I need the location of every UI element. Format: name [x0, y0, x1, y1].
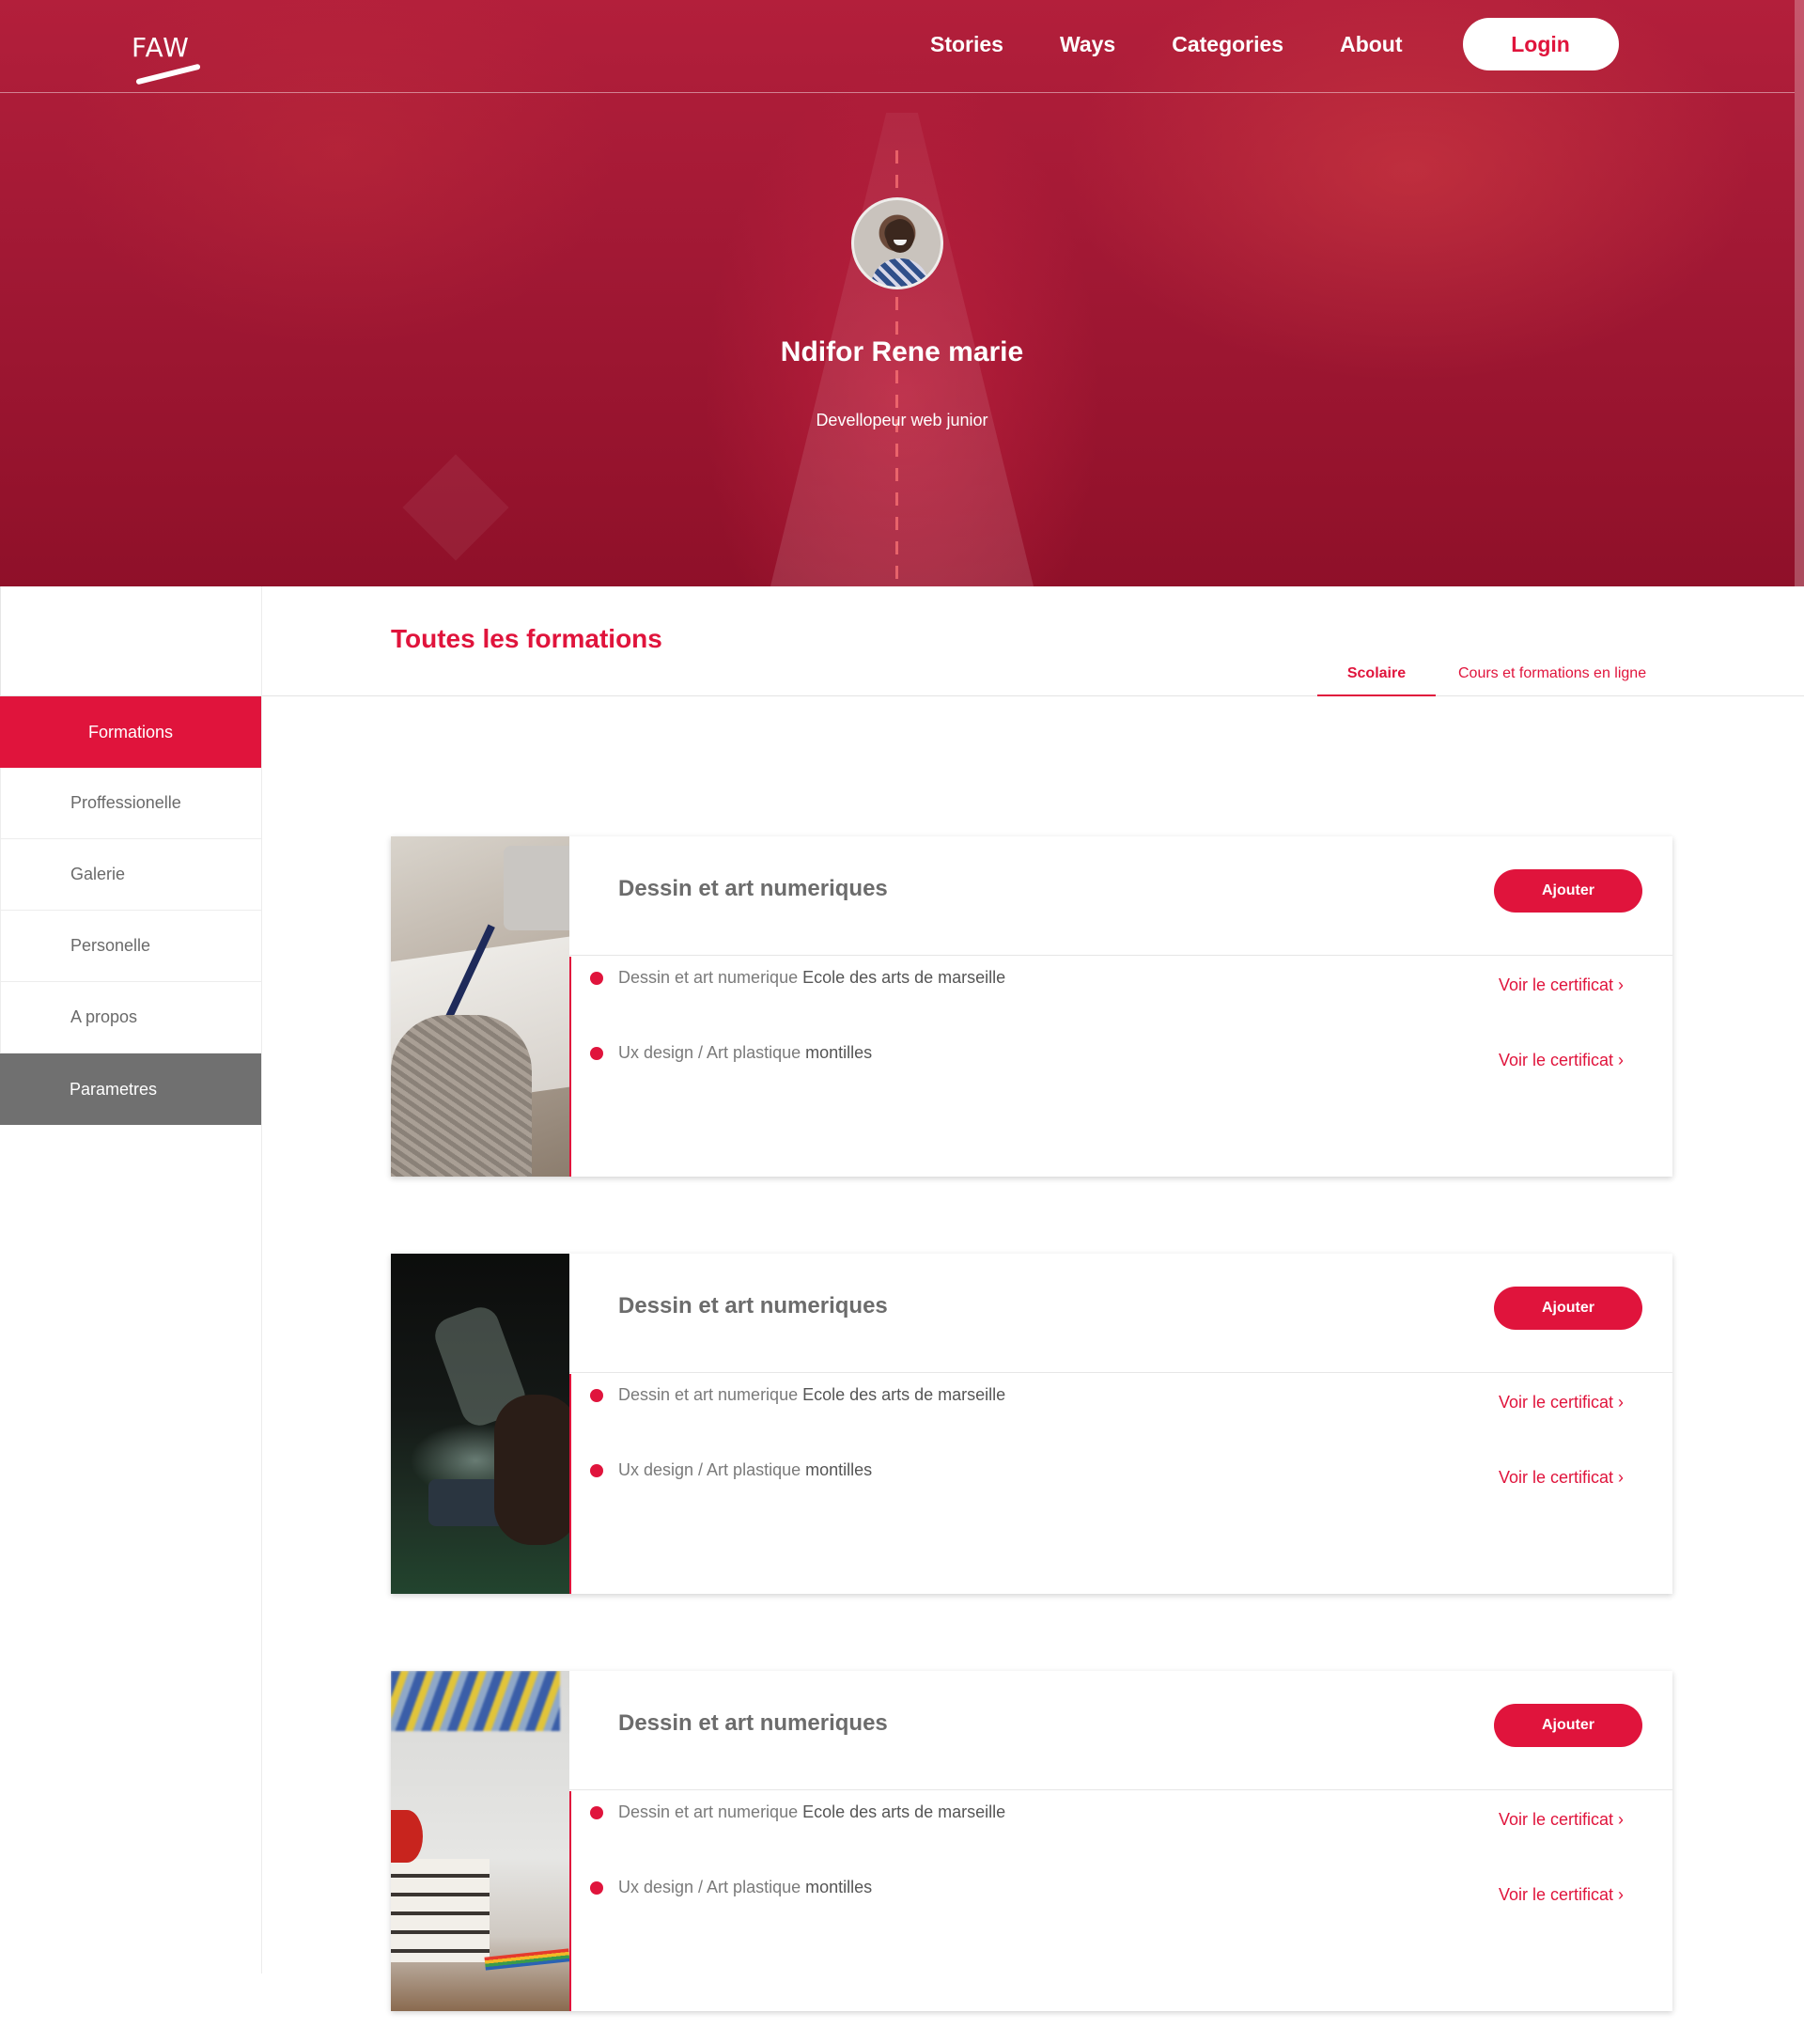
faw-logo[interactable]: FAW — [132, 32, 207, 88]
view-certificate-link[interactable]: Voir le certificat › — [1499, 1051, 1624, 1070]
profile-name: Ndifor Rene marie — [780, 336, 1024, 367]
bullet-dot — [590, 1388, 603, 1402]
hero-road-sign — [402, 454, 509, 561]
sidebar-item-proffessionelle[interactable]: Proffessionelle — [0, 768, 261, 839]
add-button[interactable]: Ajouter — [1494, 1287, 1642, 1330]
nav-link-ways[interactable]: Ways — [1060, 32, 1115, 57]
header-divider — [0, 92, 1795, 93]
formation-name: Ux design / Art plastique — [618, 1878, 801, 1896]
formation-name: Dessin et art numerique — [618, 968, 799, 987]
hero-edge — [1795, 0, 1804, 586]
page-title: Toutes les formations — [391, 624, 662, 653]
card-accent-line — [569, 1791, 571, 2011]
bullet-dot — [590, 1805, 603, 1819]
sidebar: Formations Proffessionelle Galerie Perso… — [0, 696, 261, 1125]
formation-school: Ecole des arts de marseille — [802, 1385, 1006, 1404]
card-divider — [569, 955, 1672, 956]
sidebar-item-a-propos[interactable]: A propos — [0, 982, 261, 1053]
image-cup — [504, 846, 569, 930]
sidebar-header-spacer — [0, 586, 262, 696]
avatar[interactable] — [851, 197, 943, 289]
image-pencils — [484, 1948, 569, 1971]
card-title: Dessin et art numeriques — [618, 1710, 888, 1736]
logo-text: FAW — [132, 32, 190, 63]
nav-link-categories[interactable]: Categories — [1172, 32, 1283, 57]
card-image — [391, 1254, 569, 1594]
sidebar-item-formations[interactable]: Formations — [0, 696, 261, 768]
card-image — [391, 836, 569, 1177]
image-books — [391, 1859, 490, 1962]
sidebar-divider — [261, 586, 262, 1974]
formation-name: Dessin et art numerique — [618, 1802, 799, 1821]
add-button[interactable]: Ajouter — [1494, 869, 1642, 913]
tab-cours-en-ligne[interactable]: Cours et formations en ligne — [1458, 665, 1646, 682]
view-certificate-link[interactable]: Voir le certificat › — [1499, 1468, 1624, 1488]
image-painting — [391, 1671, 560, 1731]
nav-link-about[interactable]: About — [1340, 32, 1402, 57]
view-certificate-link[interactable]: Voir le certificat › — [1499, 975, 1624, 995]
bullet-dot — [590, 1463, 603, 1477]
formation-name: Dessin et art numerique — [618, 1385, 799, 1404]
card-accent-line — [569, 957, 571, 1177]
image-sleeve — [391, 1015, 532, 1177]
tab-scolaire[interactable]: Scolaire — [1317, 665, 1436, 696]
sidebar-item-galerie[interactable]: Galerie — [0, 839, 261, 911]
bullet-dot — [590, 971, 603, 985]
nav-link-stories[interactable]: Stories — [930, 32, 1003, 57]
top-nav: Stories Ways Categories About Login — [930, 17, 1619, 71]
login-button[interactable]: Login — [1462, 18, 1619, 70]
avatar-face — [886, 219, 914, 253]
formation-row: Dessin et art numerique Ecole des arts d… — [590, 1385, 1005, 1405]
card-accent-line — [569, 1374, 571, 1594]
formation-row: Dessin et art numerique Ecole des arts d… — [590, 1802, 1005, 1822]
card-title: Dessin et art numeriques — [618, 1293, 888, 1318]
bullet-dot — [590, 1880, 603, 1895]
card-divider — [569, 1372, 1672, 1373]
formation-name: Ux design / Art plastique — [618, 1043, 801, 1062]
profile-role: Devellopeur web junior — [816, 411, 988, 429]
formation-school: montilles — [805, 1043, 873, 1062]
logo-underline — [135, 63, 201, 86]
card-divider — [569, 1789, 1672, 1790]
image-hand — [494, 1395, 569, 1545]
card-image — [391, 1671, 569, 2011]
view-certificate-link[interactable]: Voir le certificat › — [1499, 1885, 1624, 1905]
formation-row: Ux design / Art plastique montilles — [590, 1878, 872, 1897]
formation-school: montilles — [805, 1878, 873, 1896]
card-title: Dessin et art numeriques — [618, 876, 888, 901]
bullet-dot — [590, 1046, 603, 1060]
formation-school: Ecole des arts de marseille — [802, 1802, 1006, 1821]
formation-card: Dessin et art numeriques Ajouter Dessin … — [391, 836, 1672, 1177]
formation-school: montilles — [805, 1460, 873, 1479]
avatar-shirt — [871, 258, 929, 287]
view-certificate-link[interactable]: Voir le certificat › — [1499, 1393, 1624, 1412]
sidebar-item-personelle[interactable]: Personelle — [0, 911, 261, 982]
profile-hero: FAW Stories Ways Categories About Login … — [0, 0, 1804, 586]
image-apple — [391, 1810, 423, 1863]
sidebar-item-parametres[interactable]: Parametres — [0, 1053, 261, 1125]
formation-card: Dessin et art numeriques Ajouter Dessin … — [391, 1254, 1672, 1594]
formation-row: Ux design / Art plastique montilles — [590, 1460, 872, 1480]
formation-row: Ux design / Art plastique montilles — [590, 1043, 872, 1063]
formation-row: Dessin et art numerique Ecole des arts d… — [590, 968, 1005, 988]
formation-card: Dessin et art numeriques Ajouter Dessin … — [391, 1671, 1672, 2011]
formation-name: Ux design / Art plastique — [618, 1460, 801, 1479]
formation-school: Ecole des arts de marseille — [802, 968, 1006, 987]
add-button[interactable]: Ajouter — [1494, 1704, 1642, 1747]
view-certificate-link[interactable]: Voir le certificat › — [1499, 1810, 1624, 1830]
